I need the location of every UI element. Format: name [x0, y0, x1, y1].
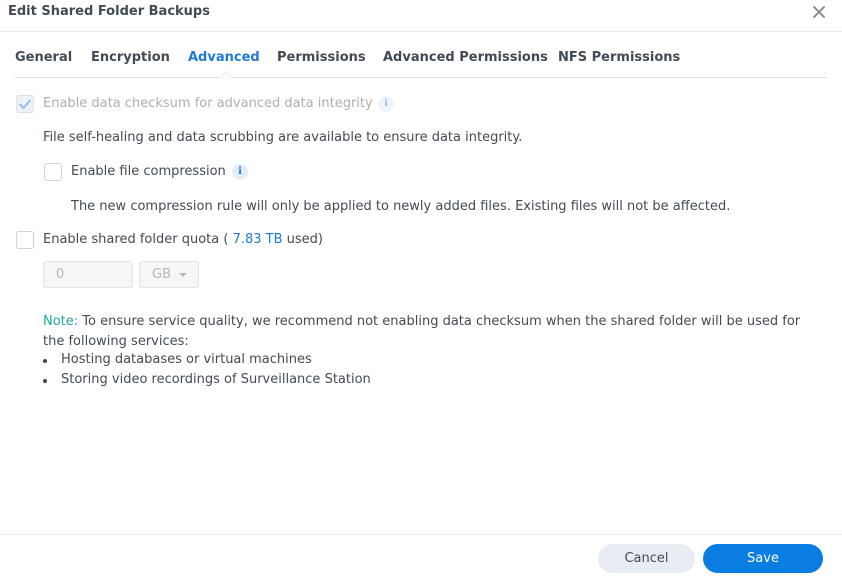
- checksum-label: Enable data checksum for advanced data i…: [43, 96, 373, 111]
- note-body: To ensure service quality, we recommend …: [43, 314, 801, 349]
- bullet-icon: [43, 379, 47, 383]
- quota-open-paren: (: [223, 232, 229, 247]
- tab-encryption[interactable]: Encryption: [91, 50, 170, 65]
- note-text: Note: To ensure service quality, we reco…: [43, 312, 823, 352]
- quota-size-input[interactable]: 0: [43, 261, 133, 288]
- compression-checkbox[interactable]: [44, 163, 62, 181]
- save-button[interactable]: Save: [703, 544, 823, 573]
- quota-checkbox[interactable]: [16, 231, 34, 249]
- note-list-item-text: Hosting databases or virtual machines: [61, 352, 312, 367]
- checksum-description: File self-healing and data scrubbing are…: [43, 130, 523, 145]
- checkmark-icon: [18, 99, 32, 110]
- note-list-item-text: Storing video recordings of Surveillance…: [61, 372, 371, 387]
- cancel-button[interactable]: Cancel: [598, 544, 695, 573]
- quota-label-row: Enable shared folder quota ( 7.83 TB use…: [43, 232, 323, 247]
- close-icon: [813, 6, 825, 18]
- tab-nfs-permissions[interactable]: NFS Permissions: [558, 50, 680, 65]
- quota-used-suffix: used): [286, 232, 323, 247]
- chevron-down-icon: [179, 273, 187, 277]
- tab-advanced-permissions[interactable]: Advanced Permissions: [383, 50, 548, 65]
- compression-label: Enable file compression: [71, 164, 226, 179]
- close-button[interactable]: [810, 3, 828, 21]
- info-icon[interactable]: i: [378, 96, 394, 112]
- bullet-icon: [43, 359, 47, 363]
- quota-used-value: 7.83 TB: [232, 232, 283, 247]
- checksum-checkbox[interactable]: [16, 95, 34, 113]
- info-icon[interactable]: i: [232, 164, 248, 180]
- quota-unit-value: GB: [152, 267, 171, 282]
- compression-description: The new compression rule will only be ap…: [71, 199, 731, 214]
- active-tab-indicator: [220, 71, 232, 78]
- note-label: Note:: [43, 314, 79, 329]
- dialog-title-bar: Edit Shared Folder Backups: [0, 0, 842, 32]
- dialog-title: Edit Shared Folder Backups: [8, 4, 210, 19]
- quota-unit-select[interactable]: GB: [139, 261, 199, 288]
- quota-label: Enable shared folder quota: [43, 232, 220, 247]
- tab-general[interactable]: General: [15, 50, 72, 65]
- tab-advanced[interactable]: Advanced: [188, 50, 260, 65]
- tab-bar: General Encryption Advanced Permissions …: [15, 44, 827, 78]
- tab-permissions[interactable]: Permissions: [277, 50, 366, 65]
- dialog-footer: Cancel Save: [0, 534, 842, 578]
